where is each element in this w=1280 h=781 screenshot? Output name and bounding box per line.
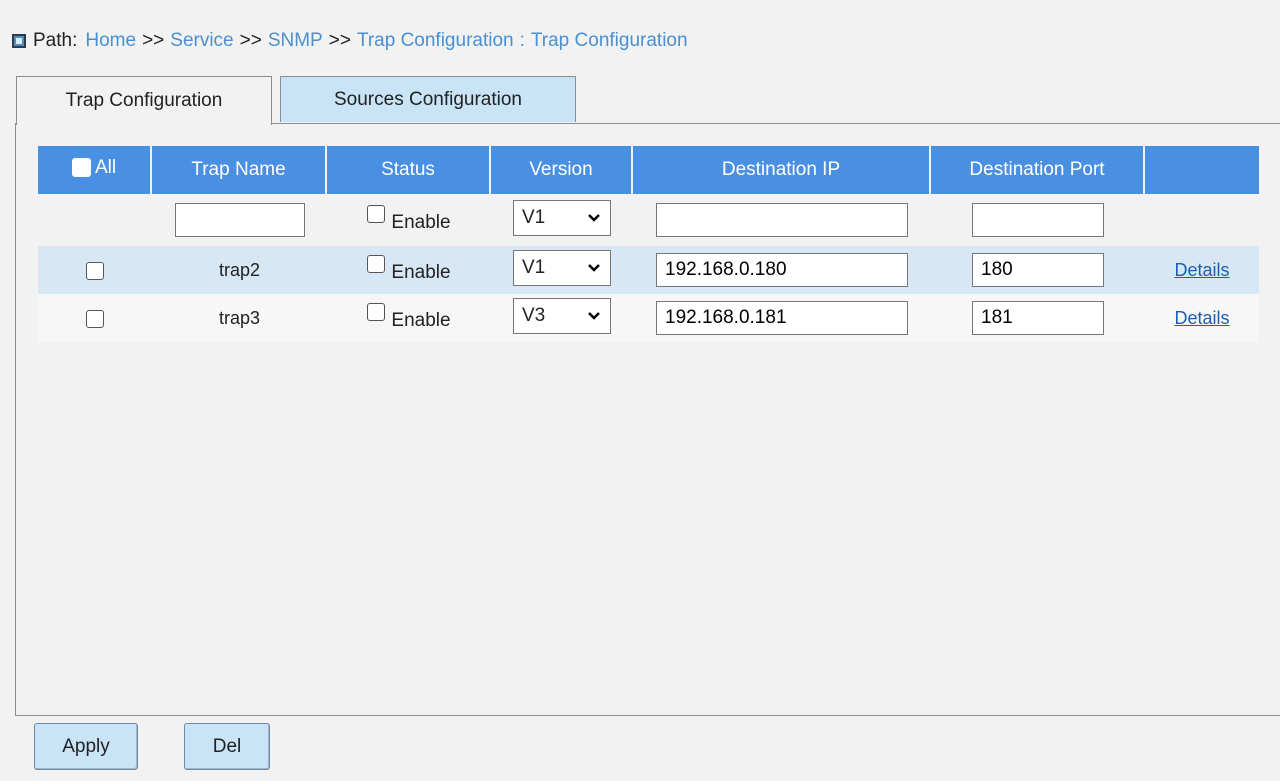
new-destination-ip-input[interactable] [656,203,908,237]
tab-sources-configuration[interactable]: Sources Configuration [280,76,576,122]
chevron-down-icon [588,214,600,222]
select-all-checkbox[interactable] [71,158,91,178]
destination-port-input[interactable] [972,301,1104,335]
enable-checkbox[interactable] [367,302,386,321]
chevron-down-icon [588,312,600,320]
folder-icon [12,34,26,48]
chevron-down-icon [588,264,600,272]
tab-trap-configuration[interactable]: Trap Configuration [16,76,272,125]
add-row: Enable V1 [38,194,1259,246]
version-select[interactable]: V3 [513,298,611,334]
trap-name-cell: trap3 [152,294,327,342]
enable-label: Enable [391,211,451,233]
destination-port-input[interactable] [972,253,1104,287]
del-button[interactable]: Del [184,723,270,770]
breadcrumb-separator: >> [239,30,262,51]
version-value: V1 [522,207,546,228]
breadcrumb-service[interactable]: Service [170,30,233,52]
new-version-select[interactable]: V1 [513,200,611,236]
version-select[interactable]: V1 [513,250,611,286]
version-value: V1 [522,257,546,278]
trap-name-cell: trap2 [152,246,327,294]
apply-button[interactable]: Apply [34,723,138,770]
enable-checkbox[interactable] [367,254,386,273]
header-trap-name: Trap Name [152,146,327,194]
header-all: All [38,146,152,194]
new-destination-port-input[interactable] [972,203,1104,237]
header-version: Version [491,146,633,194]
enable-label: Enable [391,309,451,331]
breadcrumb-home[interactable]: Home [85,30,136,52]
path-label: Path: [33,30,78,51]
details-link[interactable]: Details [1174,260,1229,280]
breadcrumb-separator: >> [328,30,351,51]
table-row: trap3 Enable V3 192.168.0.181 181 Detail… [38,294,1259,342]
destination-ip-input[interactable] [656,253,908,287]
enable-label: Enable [391,261,451,283]
content-panel: All Trap Name Status Version Destination… [15,123,1280,716]
row-select-checkbox[interactable] [86,309,104,328]
version-value: V3 [522,305,546,326]
new-enable-checkbox[interactable] [367,204,386,223]
details-link[interactable]: Details [1174,308,1229,328]
header-destination-port: Destination Port [931,146,1145,194]
trap-table: All Trap Name Status Version Destination… [38,146,1259,342]
breadcrumb: Path: Home >> Service >> SNMP >> Trap Co… [12,28,688,54]
table-row: trap2 Enable V1 192.168.0.180 180 Detail… [38,246,1259,294]
header-all-label: All [94,156,117,178]
table-header-row: All Trap Name Status Version Destination… [38,146,1259,194]
breadcrumb-trap-configuration[interactable]: Trap Configuration [357,30,514,52]
row-select-checkbox[interactable] [86,261,104,280]
header-destination-ip: Destination IP [633,146,931,194]
new-trap-name-input[interactable] [174,203,305,237]
destination-ip-input[interactable] [656,301,908,335]
breadcrumb-separator: >> [142,30,165,51]
breadcrumb-snmp[interactable]: SNMP [268,30,323,52]
breadcrumb-colon: : [519,30,525,51]
header-status: Status [327,146,491,194]
breadcrumb-current: Trap Configuration [530,30,688,51]
header-details [1145,146,1259,194]
